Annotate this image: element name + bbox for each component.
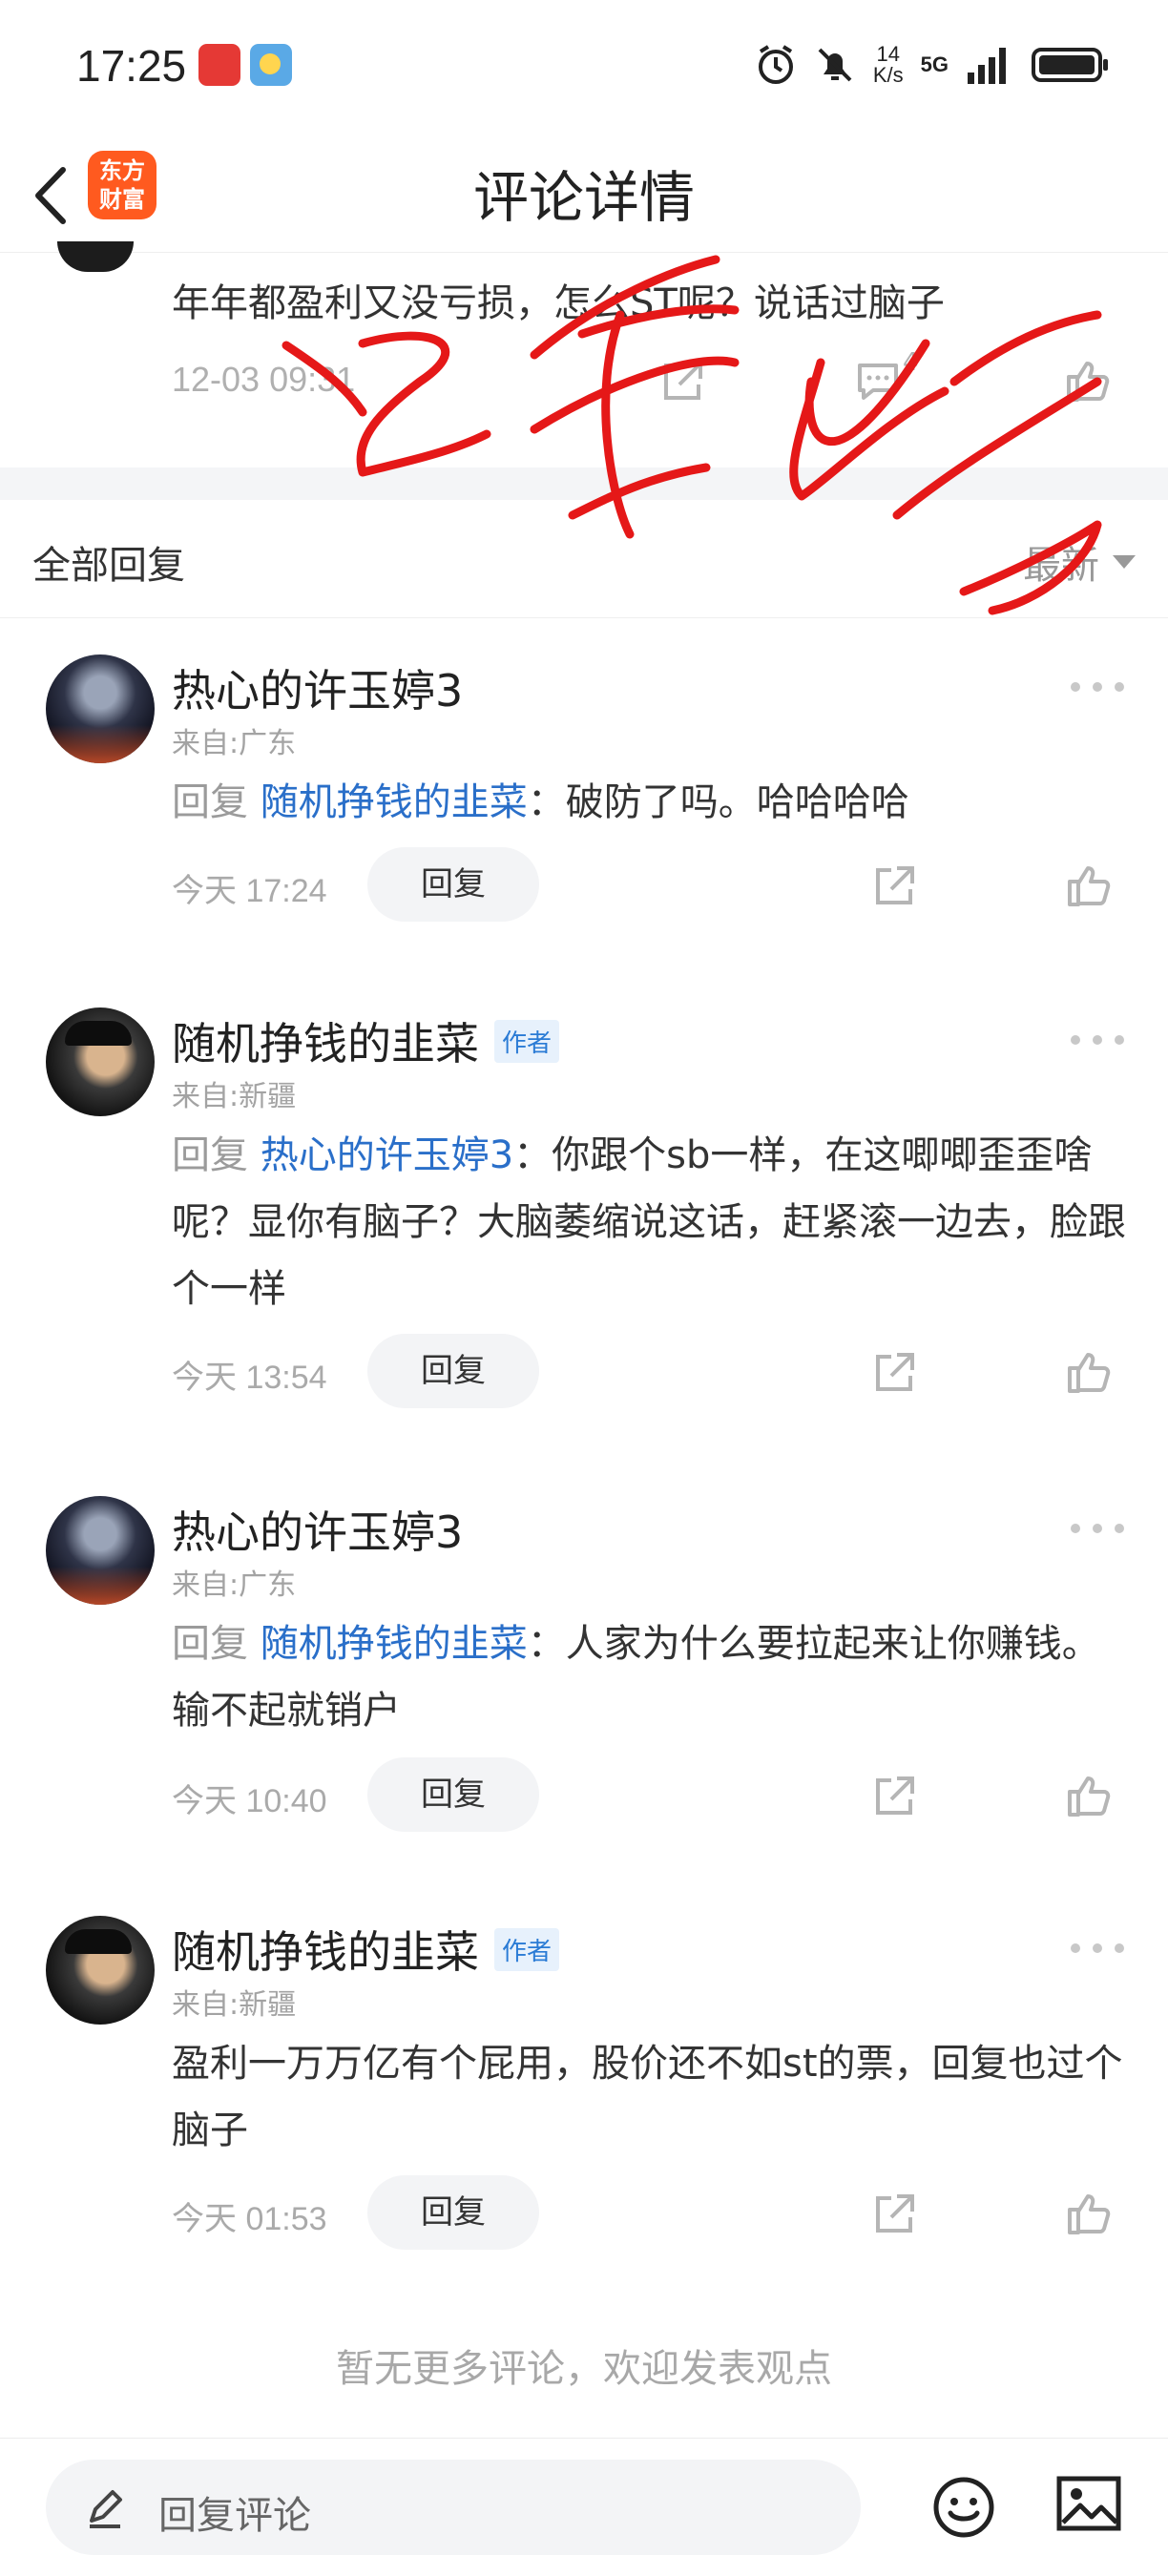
mentioned-user[interactable]: 随机挣钱的韭菜 [261, 1622, 528, 1666]
mentioned-user[interactable]: 热心的许玉婷3 [261, 1133, 513, 1177]
reply-location: 来自:新疆 [172, 1080, 297, 1113]
comment-icon[interactable] [854, 358, 902, 405]
avatar[interactable] [46, 654, 155, 763]
no-more-comments: 暂无更多评论，欢迎发表观点 [336, 2347, 832, 2391]
reply-prefix: 回复 [172, 1622, 248, 1666]
reply-input-placeholder: 回复评论 [158, 2494, 311, 2538]
reply-prefix: 回复 [172, 1133, 248, 1177]
reply-time: 今天 01:53 [172, 2201, 327, 2237]
reply-author[interactable]: 随机挣钱的韭菜 作者 [172, 1009, 560, 1072]
avatar[interactable] [46, 1008, 155, 1116]
all-replies-label: 全部回复 [32, 544, 185, 588]
thumbs-up-icon[interactable] [1064, 1347, 1114, 1397]
thumbs-up-icon[interactable] [1063, 356, 1113, 405]
battery-icon [1032, 48, 1108, 82]
mentioned-user[interactable]: 随机挣钱的韭菜 [261, 780, 528, 824]
reply-time: 今天 10:40 [172, 1783, 327, 1819]
share-icon[interactable] [870, 2191, 918, 2238]
reply-body: 回复 随机挣钱的韭菜：破防了吗。哈哈哈哈 [172, 769, 1126, 836]
reply-text: 盈利一万万亿有个屁用，股价还不如st的票，回复也过个脑子 [172, 2042, 1123, 2152]
reply-author[interactable]: 随机挣钱的韭菜 作者 [172, 1918, 560, 1981]
share-icon[interactable] [870, 1349, 918, 1397]
weather-app-icon [250, 44, 292, 86]
more-options-icon[interactable] [1071, 1939, 1124, 1958]
more-options-icon[interactable] [1071, 1519, 1124, 1538]
status-bar: 17:25 14 K/s 5G [0, 0, 1168, 134]
avatar[interactable] [46, 1916, 155, 2025]
author-badge: 作者 [494, 1019, 560, 1063]
reply-time: 今天 17:24 [172, 873, 327, 909]
avatar [57, 241, 134, 272]
reply-location: 来自:广东 [172, 727, 297, 760]
thumbs-up-icon[interactable] [1064, 861, 1114, 910]
reply-author[interactable]: 热心的许玉婷3 [172, 1498, 463, 1561]
notification-app-icon [198, 44, 240, 86]
mute-icon [818, 48, 852, 82]
original-comment: 年年都盈利又没亏损，怎么ST呢？说话过脑子 12-03 09:31 4 [0, 241, 1168, 467]
section-divider [0, 467, 1168, 500]
reply-time: 今天 13:54 [172, 1360, 327, 1396]
reply-button[interactable]: 回复 [367, 847, 539, 922]
share-icon[interactable] [658, 358, 706, 405]
reply-button[interactable]: 回复 [367, 1757, 539, 1832]
signal-icon [968, 48, 1006, 84]
alarm-icon [758, 45, 793, 84]
share-icon[interactable] [870, 862, 918, 910]
original-comment-date: 12-03 09:31 [172, 360, 356, 399]
author-badge: 作者 [494, 1927, 560, 1971]
pencil-icon [90, 2490, 122, 2528]
image-icon[interactable] [1055, 2475, 1122, 2532]
replies-header: 全部回复 最新 [0, 500, 1168, 618]
status-time: 17:25 [76, 41, 187, 91]
reply-button[interactable]: 回复 [367, 2175, 539, 2250]
reply-location: 来自:广东 [172, 1568, 297, 1602]
reply-button[interactable]: 回复 [367, 1334, 539, 1408]
bottom-bar: 回复评论 [0, 2438, 1168, 2576]
sort-dropdown[interactable]: 最新 [1023, 534, 1136, 590]
app-header: 东方 财富 评论详情 [0, 134, 1168, 253]
emoji-icon[interactable] [931, 2475, 996, 2540]
network-type: 5G [920, 52, 949, 76]
caret-down-icon [1113, 555, 1136, 569]
reply-text: ：破防了吗。哈哈哈哈 [527, 780, 909, 824]
share-icon[interactable] [870, 1773, 918, 1820]
original-comment-text: 年年都盈利又没亏损，怎么ST呢？说话过脑子 [172, 281, 945, 325]
more-options-icon[interactable] [1071, 1030, 1124, 1049]
reply-body: 盈利一万万亿有个屁用，股价还不如st的票，回复也过个脑子 [172, 2030, 1126, 2164]
more-options-icon[interactable] [1071, 677, 1124, 696]
reply-prefix: 回复 [172, 780, 248, 824]
sort-label: 最新 [1023, 544, 1099, 588]
reply-body: 回复 热心的许玉婷3：你跟个sb一样，在这唧唧歪歪啥呢？显你有脑子？大脑萎缩说这… [172, 1122, 1126, 1322]
reply-input[interactable]: 回复评论 [46, 2460, 861, 2555]
thumbs-up-icon[interactable] [1064, 1771, 1114, 1820]
comment-count: 4 [903, 348, 919, 377]
reply-author[interactable]: 热心的许玉婷3 [172, 656, 463, 719]
thumbs-up-icon[interactable] [1064, 2189, 1114, 2238]
avatar[interactable] [46, 1496, 155, 1605]
network-speed: 14 K/s [872, 42, 904, 87]
reply-location: 来自:新疆 [172, 1988, 297, 2022]
page-title: 评论详情 [472, 165, 695, 230]
reply-body: 回复 随机挣钱的韭菜：人家为什么要拉起来让你赚钱。输不起就销户 [172, 1610, 1126, 1744]
